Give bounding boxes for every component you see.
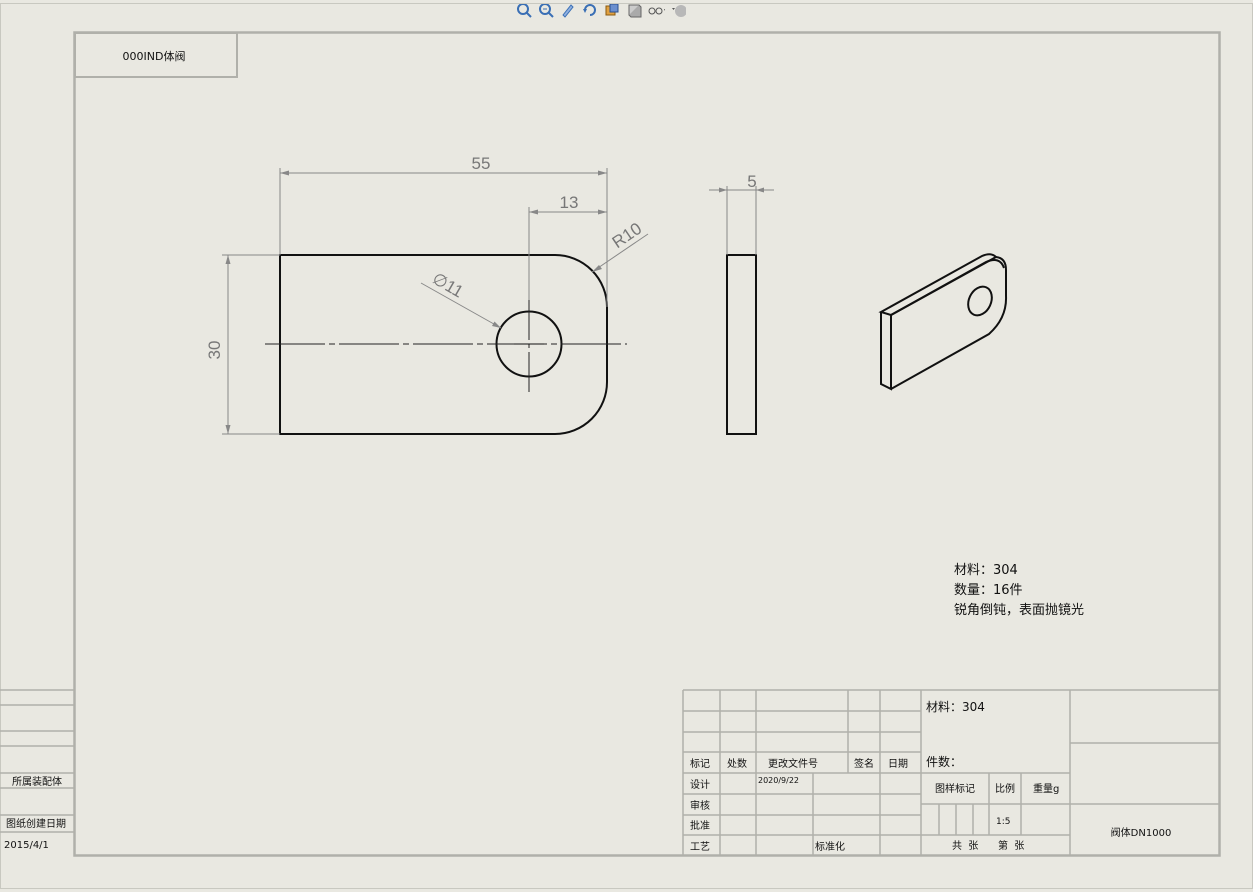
dimension-55-text: 55	[472, 154, 491, 173]
side-view	[726, 254, 757, 435]
dimension-13[interactable]: 13	[528, 193, 607, 300]
header-change-doc: 更改文件号	[768, 757, 818, 770]
row-approve: 批准	[690, 819, 710, 832]
dimension-5-text: 5	[747, 172, 756, 191]
header-signature: 签名	[854, 757, 874, 770]
weight-label: 重量g	[1033, 782, 1059, 795]
title-tab-text: 000IND体阀	[123, 49, 186, 63]
dimension-13-text: 13	[560, 193, 579, 212]
left-info-block	[0, 689, 74, 833]
part-name: 阀体DN1000	[1111, 826, 1172, 839]
row-process: 工艺	[690, 841, 710, 853]
note-finish: 锐角倒钝，表面抛镜光	[954, 603, 1084, 618]
header-mark: 标记	[690, 758, 710, 770]
scale-label: 比例	[995, 782, 1015, 795]
drawing-mark-label: 图样标记	[935, 782, 975, 795]
drawing-sheet: 000IND体阀 55 13 R10 ∅11 30 5 材料：304 数量：16…	[0, 3, 1253, 889]
design-date: 2020/9/22	[758, 776, 799, 785]
note-quantity: 数量：16件	[954, 583, 1023, 598]
note-material: 材料：304	[954, 563, 1018, 578]
created-date-value: 2015/4/1	[4, 840, 49, 851]
technical-notes: 材料：304 数量：16件 锐角倒钝，表面抛镜光	[954, 563, 1084, 618]
scale-value: 1:5	[996, 817, 1010, 827]
material-field: 材料：304	[926, 700, 985, 714]
sheet-number: 第 张	[998, 839, 1024, 852]
row-review: 审核	[690, 799, 710, 812]
dimension-5[interactable]: 5	[709, 172, 774, 255]
header-zones: 处数	[727, 757, 747, 770]
dimension-r10-text: R10	[609, 219, 645, 252]
title-block-text: 标记 处数 更改文件号 签名 日期 设计 2020/9/22 审核 批准 工艺 …	[690, 700, 1171, 853]
title-tab: 000IND体阀	[74, 32, 238, 78]
created-date-label: 图纸创建日期	[6, 817, 66, 830]
row-standardize: 标准化	[815, 840, 845, 853]
header-date: 日期	[888, 758, 908, 770]
row-design: 设计	[690, 778, 710, 791]
quantity-field: 件数：	[926, 754, 962, 769]
dimension-r10[interactable]: R10	[591, 219, 649, 273]
dimension-dia11[interactable]: ∅11	[420, 269, 502, 329]
dimension-30-text: 30	[205, 341, 224, 360]
total-sheets: 共 张	[952, 840, 978, 852]
assembly-label: 所属装配体	[12, 775, 62, 788]
isometric-view	[878, 253, 1008, 391]
dimension-dia11-text: ∅11	[429, 269, 467, 302]
